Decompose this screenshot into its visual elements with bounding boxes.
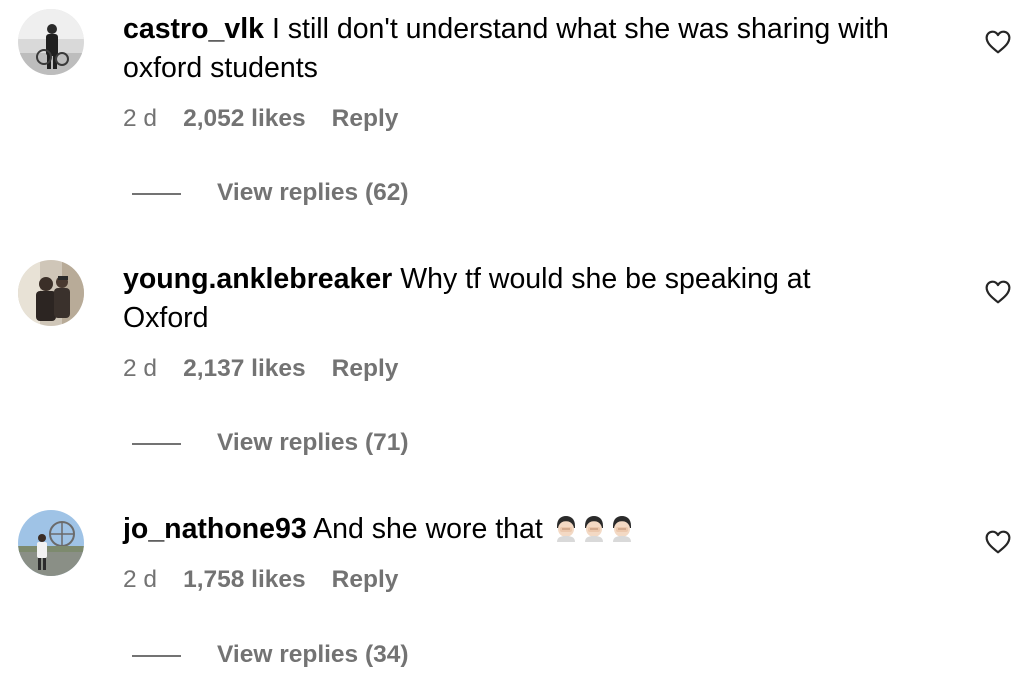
reply-button[interactable]: Reply [332, 355, 399, 382]
facepalm-emoji-icon [584, 516, 603, 542]
comment-time: 2 d [123, 105, 158, 132]
emoji-group [551, 513, 635, 545]
facepalm-emoji-icon [612, 516, 631, 542]
comment-item: castro_vlk I still don't understand what… [0, 0, 1024, 230]
view-replies-button[interactable]: View replies (62) [217, 178, 409, 208]
comment-item: jo_nathone93 And she wore that 2 d 1,758… [0, 500, 1024, 678]
comment-likes[interactable]: 1,758 likes [183, 566, 306, 593]
comment-body: And she wore that [313, 513, 543, 545]
heart-icon[interactable] [985, 530, 1011, 554]
comment-likes[interactable]: 2,137 likes [183, 355, 306, 382]
heart-icon[interactable] [985, 280, 1011, 304]
comment-time: 2 d [123, 566, 158, 593]
reply-button[interactable]: Reply [332, 105, 399, 132]
comment-meta: 2 d 2,052 likes Reply [123, 104, 398, 134]
reply-button[interactable]: Reply [332, 566, 399, 593]
avatar[interactable] [18, 9, 84, 75]
comment-time: 2 d [123, 355, 158, 382]
comment-text: castro_vlk I still don't understand what… [123, 10, 903, 88]
comment-item: young.anklebreaker Why tf would she be s… [0, 250, 1024, 480]
comment-likes[interactable]: 2,052 likes [183, 105, 306, 132]
facepalm-emoji-icon [556, 516, 575, 542]
heart-icon[interactable] [985, 30, 1011, 54]
replies-divider [132, 443, 181, 445]
avatar[interactable] [18, 510, 84, 576]
avatar-photo-icon [18, 9, 84, 75]
avatar-photo-icon [18, 260, 84, 326]
view-replies-button[interactable]: View replies (34) [217, 640, 409, 670]
avatar[interactable] [18, 260, 84, 326]
replies-divider [132, 193, 181, 195]
comment-meta: 2 d 1,758 likes Reply [123, 565, 398, 595]
avatar-photo-icon [18, 510, 84, 576]
view-replies-button[interactable]: View replies (71) [217, 428, 409, 458]
comment-text: jo_nathone93 And she wore that [123, 510, 903, 549]
comment-username[interactable]: young.anklebreaker [123, 263, 392, 295]
replies-divider [132, 655, 181, 657]
comment-username[interactable]: jo_nathone93 [123, 513, 307, 545]
comment-username[interactable]: castro_vlk [123, 13, 264, 45]
comment-text: young.anklebreaker Why tf would she be s… [123, 260, 903, 338]
comment-meta: 2 d 2,137 likes Reply [123, 354, 398, 384]
